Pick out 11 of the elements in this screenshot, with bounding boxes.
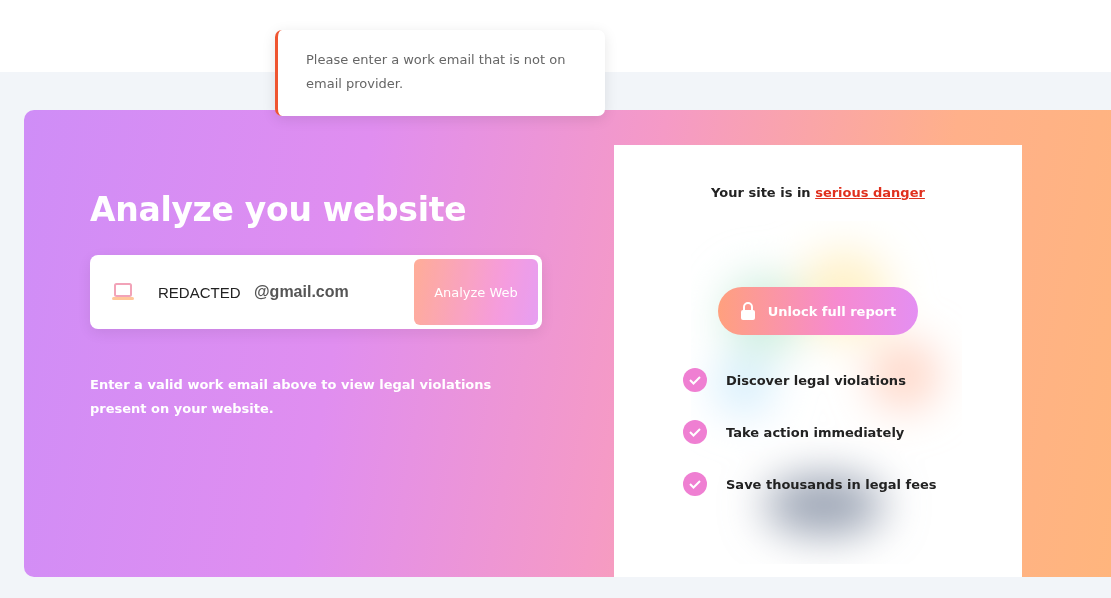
error-toast: Please enter a work email that is not on email provider. [275,30,605,116]
hint-text: Enter a valid work email above to view legal violations present on your website. [90,376,493,418]
benefit-label: Save thousands in legal fees [726,476,937,492]
hero-title: Analyze you website [90,190,468,229]
benefit-label: Take action immediately [726,424,905,440]
analyze-button[interactable]: Analyze Web [414,259,538,325]
unlock-report-button[interactable]: Unlock full report [717,287,919,335]
report-heading: Your site is in serious danger [711,185,925,200]
email-field[interactable]: REDACTED [158,283,254,301]
email-domain: @gmail.com [254,283,350,301]
benefit-label: Discover legal violations [726,372,906,388]
